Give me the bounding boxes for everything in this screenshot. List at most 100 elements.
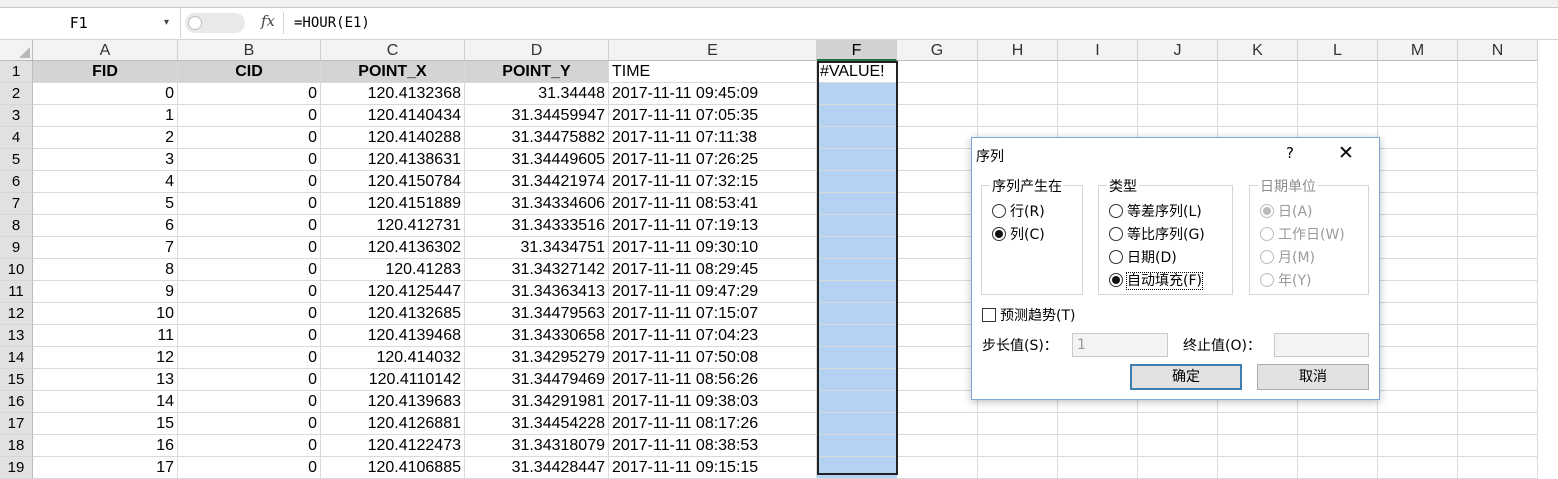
cell-e[interactable]: 2017-11-11 09:47:29 <box>609 281 817 303</box>
cell-d[interactable]: 31.34318079 <box>465 435 609 457</box>
cell-f[interactable] <box>817 127 897 149</box>
cell-n[interactable] <box>1458 281 1538 303</box>
cell-a[interactable]: 17 <box>33 457 178 479</box>
cell-b[interactable]: 0 <box>178 193 321 215</box>
cell-b[interactable]: 0 <box>178 281 321 303</box>
column-header-g[interactable]: G <box>897 40 978 61</box>
cell-f[interactable] <box>817 369 897 391</box>
column-header-h[interactable]: H <box>978 40 1058 61</box>
cell-k[interactable] <box>1218 413 1298 435</box>
cell-e[interactable]: 2017-11-11 07:19:13 <box>609 215 817 237</box>
cell-c[interactable]: 120.4122473 <box>321 435 465 457</box>
row-header[interactable]: 15 <box>0 369 33 391</box>
cell-b[interactable]: 0 <box>178 237 321 259</box>
column-header-e[interactable]: E <box>609 40 817 61</box>
cell-e[interactable]: 2017-11-11 09:15:15 <box>609 457 817 479</box>
radio-linear[interactable]: 等差序列(L) <box>1109 202 1202 222</box>
cell-m[interactable] <box>1378 105 1458 127</box>
cell-g[interactable] <box>897 215 978 237</box>
cell-m[interactable] <box>1378 149 1458 171</box>
cell-c[interactable]: 120.4140288 <box>321 127 465 149</box>
trend-checkbox[interactable]: 预测趋势(T) <box>982 306 1075 326</box>
radio-weekday[interactable]: 工作日(W) <box>1260 225 1345 245</box>
cell-e[interactable]: 2017-11-11 07:05:35 <box>609 105 817 127</box>
cell-e[interactable]: 2017-11-11 08:17:26 <box>609 413 817 435</box>
cancel-button[interactable]: 取消 <box>1257 364 1369 390</box>
radio-month[interactable]: 月(M) <box>1260 248 1315 268</box>
cell-e[interactable]: TIME <box>609 61 817 83</box>
cell-g[interactable] <box>897 105 978 127</box>
cell-g[interactable] <box>897 325 978 347</box>
cell-h[interactable] <box>978 105 1058 127</box>
cell-m[interactable] <box>1378 171 1458 193</box>
cell-h[interactable] <box>978 413 1058 435</box>
cell-b[interactable]: 0 <box>178 215 321 237</box>
radio-growth[interactable]: 等比序列(G) <box>1109 225 1205 245</box>
cell-b[interactable]: 0 <box>178 127 321 149</box>
cell-d[interactable]: 31.34363413 <box>465 281 609 303</box>
cell-l[interactable] <box>1298 61 1378 83</box>
cell-b[interactable]: 0 <box>178 105 321 127</box>
cell-a[interactable]: 15 <box>33 413 178 435</box>
cell-a[interactable]: 3 <box>33 149 178 171</box>
cell-c[interactable]: 120.412731 <box>321 215 465 237</box>
radio-date[interactable]: 日期(D) <box>1109 248 1177 268</box>
cell-d[interactable]: 31.34454228 <box>465 413 609 435</box>
column-header-a[interactable]: A <box>33 40 178 61</box>
column-header-m[interactable]: M <box>1378 40 1458 61</box>
cell-a[interactable]: 10 <box>33 303 178 325</box>
cell-d[interactable]: 31.34291981 <box>465 391 609 413</box>
cell-g[interactable] <box>897 457 978 479</box>
cell-a[interactable]: FID <box>33 61 178 83</box>
cell-n[interactable] <box>1458 391 1538 413</box>
cell-d[interactable]: 31.34479563 <box>465 303 609 325</box>
cell-f[interactable] <box>817 435 897 457</box>
cell-c[interactable]: 120.4126881 <box>321 413 465 435</box>
radio-autofill[interactable]: 自动填充(F) <box>1109 271 1203 291</box>
cell-b[interactable]: 0 <box>178 413 321 435</box>
row-header[interactable]: 2 <box>0 83 33 105</box>
cell-d[interactable]: 31.34330658 <box>465 325 609 347</box>
cell-a[interactable]: 7 <box>33 237 178 259</box>
row-header[interactable]: 9 <box>0 237 33 259</box>
cell-f[interactable] <box>817 149 897 171</box>
cell-g[interactable] <box>897 149 978 171</box>
row-header[interactable]: 17 <box>0 413 33 435</box>
help-icon[interactable]: ? <box>1286 144 1294 162</box>
cell-c[interactable]: 120.4132685 <box>321 303 465 325</box>
cell-f[interactable] <box>817 215 897 237</box>
name-box-dropdown-icon[interactable]: ▾ <box>164 8 169 38</box>
column-header-b[interactable]: B <box>178 40 321 61</box>
cell-c[interactable]: 120.4150784 <box>321 171 465 193</box>
cell-c[interactable]: 120.4139683 <box>321 391 465 413</box>
select-all-corner[interactable] <box>0 40 33 61</box>
cell-b[interactable]: 0 <box>178 347 321 369</box>
insert-function-icon[interactable]: fx <box>261 12 275 30</box>
column-header-n[interactable]: N <box>1458 40 1538 61</box>
cell-g[interactable] <box>897 369 978 391</box>
cell-g[interactable] <box>897 237 978 259</box>
cell-f[interactable] <box>817 391 897 413</box>
cell-f[interactable] <box>817 281 897 303</box>
cell-a[interactable]: 14 <box>33 391 178 413</box>
cell-m[interactable] <box>1378 347 1458 369</box>
cell-d[interactable]: POINT_Y <box>465 61 609 83</box>
cell-g[interactable] <box>897 347 978 369</box>
cell-c[interactable]: 120.4140434 <box>321 105 465 127</box>
cell-d[interactable]: 31.34479469 <box>465 369 609 391</box>
cell-m[interactable] <box>1378 193 1458 215</box>
cell-g[interactable] <box>897 171 978 193</box>
column-header-j[interactable]: J <box>1138 40 1218 61</box>
cell-e[interactable]: 2017-11-11 08:38:53 <box>609 435 817 457</box>
cell-n[interactable] <box>1458 435 1538 457</box>
column-header-c[interactable]: C <box>321 40 465 61</box>
cell-n[interactable] <box>1458 347 1538 369</box>
cell-f[interactable] <box>817 303 897 325</box>
cell-c[interactable]: POINT_X <box>321 61 465 83</box>
cell-n[interactable] <box>1458 61 1538 83</box>
cell-d[interactable]: 31.34428447 <box>465 457 609 479</box>
cell-a[interactable]: 8 <box>33 259 178 281</box>
cell-d[interactable]: 31.34295279 <box>465 347 609 369</box>
cell-a[interactable]: 5 <box>33 193 178 215</box>
cell-a[interactable]: 12 <box>33 347 178 369</box>
